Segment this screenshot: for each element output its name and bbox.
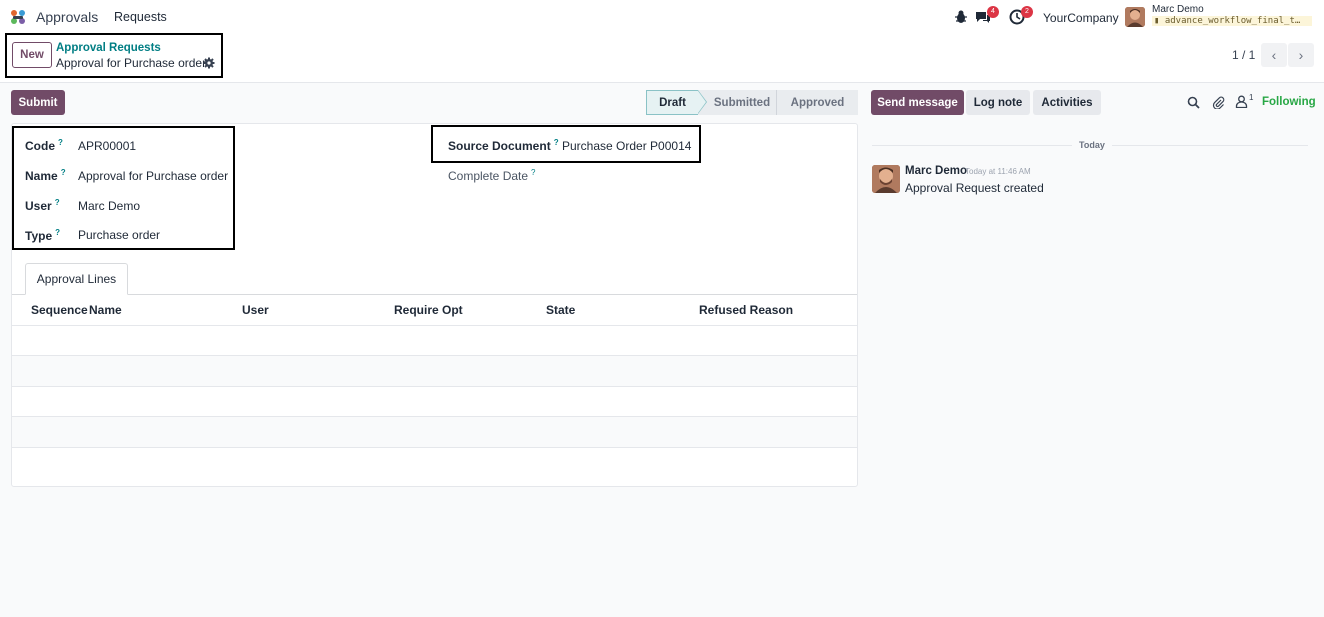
message-body: Approval Request created [905, 181, 1044, 195]
app-name[interactable]: Approvals [36, 9, 98, 25]
code-value[interactable]: APR00001 [78, 139, 136, 153]
stage-draft[interactable]: Draft [646, 90, 707, 115]
breadcrumb-parent[interactable]: Approval Requests [56, 42, 161, 54]
type-label: Type? [25, 228, 61, 243]
type-value[interactable]: Purchase order [78, 228, 160, 242]
tab-approval-lines[interactable]: Approval Lines [25, 263, 128, 295]
table-row-divider [12, 355, 857, 356]
column-name[interactable]: Name [89, 303, 122, 317]
message-author[interactable]: Marc Demo [905, 165, 967, 177]
avatar-image [1125, 7, 1145, 27]
message-time: Today at 11:46 AM [965, 167, 1031, 176]
user-label: User? [25, 198, 60, 213]
column-require-opt[interactable]: Require Opt [394, 303, 463, 317]
activities-button[interactable]: 2 [1009, 6, 1033, 25]
date-separator-line [1112, 145, 1308, 146]
table-header-divider [12, 325, 857, 326]
search-icon[interactable] [1187, 96, 1200, 109]
messages-button[interactable]: 4 [975, 6, 999, 25]
chevron-right-icon: › [1298, 47, 1304, 63]
following-toggle[interactable]: Following [1262, 96, 1316, 108]
stage-approved[interactable]: Approved [776, 90, 858, 115]
date-separator: Today [1079, 140, 1105, 150]
user-value[interactable]: Marc Demo [78, 199, 140, 213]
activities-button-chatter[interactable]: Activities [1033, 90, 1101, 115]
top-navbar: Approvals Requests 4 2 YourCompany Marc … [0, 0, 1324, 34]
status-bar: Draft Submitted Approved [646, 90, 858, 115]
code-label: Code? [25, 138, 63, 153]
message-avatar[interactable] [872, 165, 900, 193]
source-document-label: Source Document? [448, 138, 559, 153]
chevron-left-icon: ‹ [1271, 47, 1277, 63]
menu-requests[interactable]: Requests [114, 10, 167, 24]
followers-count: 1 [1249, 93, 1254, 102]
activities-badge: 2 [1021, 6, 1033, 18]
column-sequence[interactable]: Sequence [31, 303, 88, 317]
column-user[interactable]: User [242, 303, 269, 317]
user-avatar[interactable] [1125, 7, 1145, 27]
new-button[interactable]: New [12, 42, 52, 68]
column-refused-reason[interactable]: Refused Reason [699, 303, 793, 317]
database-icon: ▮ [1154, 16, 1160, 26]
table-row [12, 417, 857, 447]
gear-icon[interactable] [203, 57, 215, 69]
date-separator-line [872, 145, 1072, 146]
stage-submitted[interactable]: Submitted [698, 90, 776, 115]
user-name[interactable]: Marc Demo [1152, 4, 1204, 15]
log-note-button[interactable]: Log note [966, 90, 1030, 115]
table-row-divider [12, 447, 857, 448]
paperclip-icon[interactable] [1212, 96, 1225, 109]
table-row [12, 356, 857, 386]
user-icon [1235, 95, 1248, 109]
submit-button[interactable]: Submit [11, 90, 65, 115]
send-message-button[interactable]: Send message [871, 90, 964, 115]
avatar-image [872, 165, 900, 193]
table-row-divider [12, 416, 857, 417]
database-name: ▮ advance_workflow_final_t… [1152, 16, 1312, 26]
name-value[interactable]: Approval for Purchase order [78, 169, 228, 183]
company-switcher[interactable]: YourCompany [1043, 11, 1119, 25]
complete-date-label: Complete Date? [448, 168, 536, 183]
pager-previous-button[interactable]: ‹ [1261, 43, 1287, 67]
table-row-divider [12, 386, 857, 387]
pager-next-button[interactable]: › [1288, 43, 1314, 67]
name-label: Name? [25, 168, 66, 183]
source-document-value[interactable]: Purchase Order P00014 [562, 139, 691, 153]
column-state[interactable]: State [546, 303, 575, 317]
followers-button[interactable]: 1 [1235, 93, 1253, 111]
breadcrumb-current: Approval for Purchase order [56, 56, 207, 70]
approvals-app-icon[interactable] [10, 9, 27, 26]
tab-divider [12, 294, 857, 295]
messages-badge: 4 [987, 6, 999, 18]
pager-value[interactable]: 1 / 1 [1232, 48, 1255, 62]
bug-icon[interactable] [953, 9, 969, 25]
